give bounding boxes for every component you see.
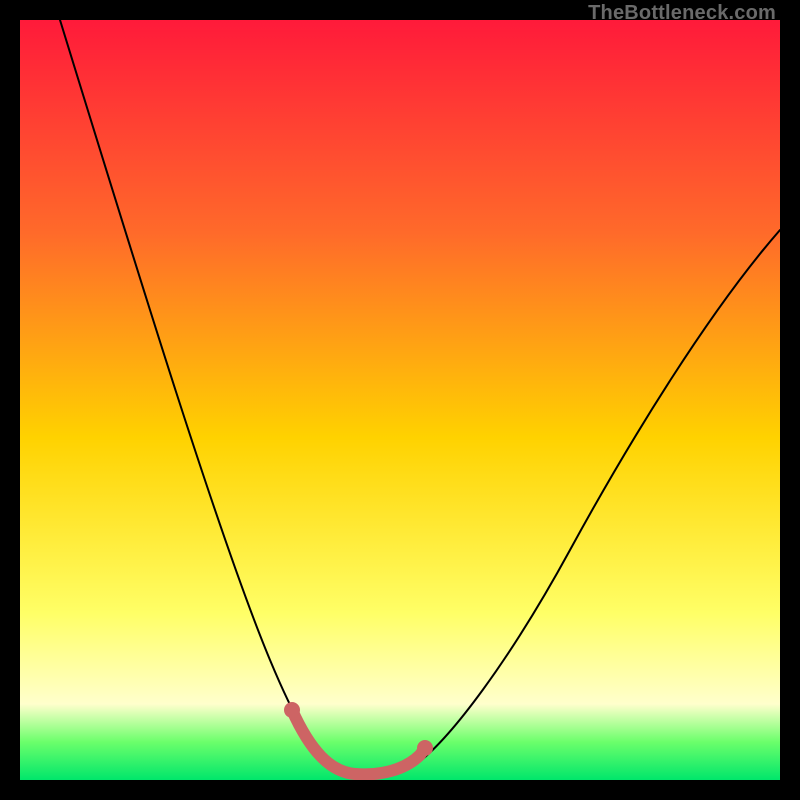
highlight-start-dot xyxy=(284,702,300,718)
curves-layer xyxy=(20,20,780,780)
bottleneck-optimal-highlight xyxy=(292,710,425,774)
highlight-end-dot xyxy=(417,740,433,756)
watermark-text: TheBottleneck.com xyxy=(588,2,776,25)
bottleneck-curve xyxy=(60,20,780,775)
plot-area xyxy=(20,20,780,780)
chart-frame: TheBottleneck.com xyxy=(0,0,800,800)
